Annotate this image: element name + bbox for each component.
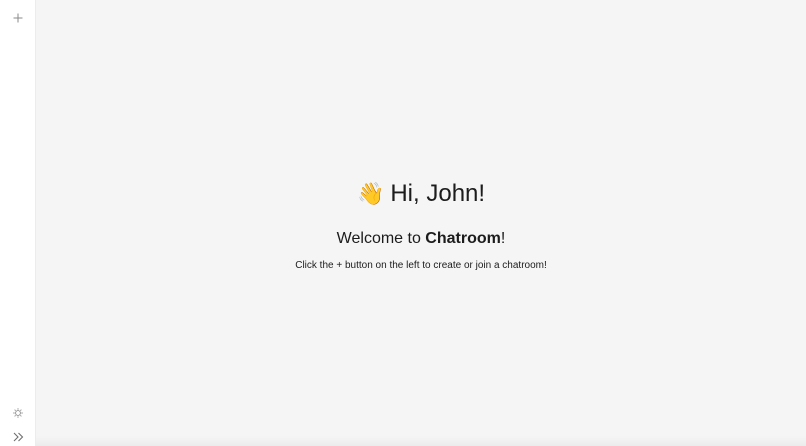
waving-hand-icon: 👋 [356,181,385,206]
greeting-text: Hi, John! [390,180,486,207]
sun-icon [13,408,23,418]
chevrons-right-icon [13,432,23,442]
welcome-subtitle: Welcome to Chatroom! [36,228,806,250]
sidebar [0,0,36,446]
plus-icon [13,13,23,23]
greeting-heading: 👋 Hi, John! [357,176,485,212]
app-window: 👋 Hi, John! Welcome to Chatroom! Click t… [0,0,806,446]
subtitle-prefix: Welcome to [336,230,426,247]
expand-sidebar-button[interactable] [8,427,28,446]
main-content: 👋 Hi, John! Welcome to Chatroom! Click t… [36,0,806,446]
subtitle-suffix: ! [500,230,506,247]
brand-name: Chatroom [425,230,501,247]
instruction-text: Click the + button on the left to create… [295,260,547,271]
theme-toggle-button[interactable] [8,403,28,423]
add-chatroom-button[interactable] [8,8,28,28]
welcome-panel: 👋 Hi, John! Welcome to Chatroom! Click t… [36,176,806,273]
